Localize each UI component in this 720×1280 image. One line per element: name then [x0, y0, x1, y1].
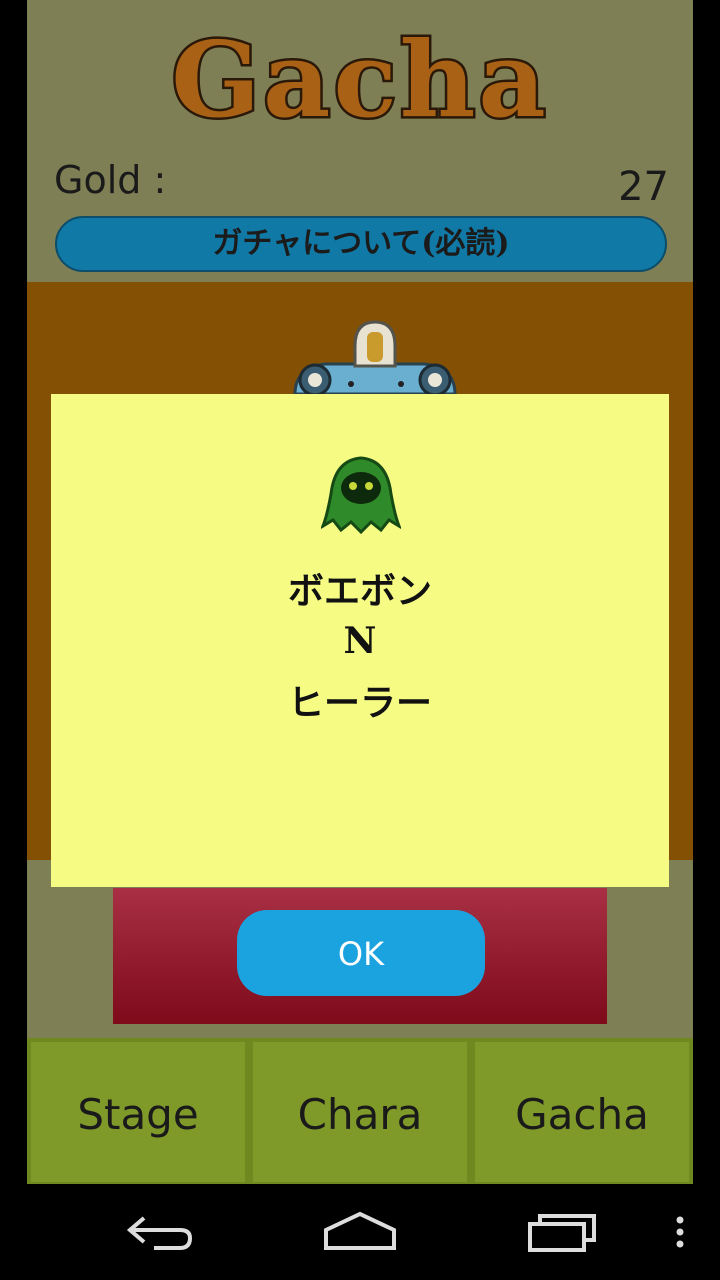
home-icon[interactable]: [322, 1208, 398, 1256]
gacha-result-dialog: ボエボン N ヒーラー: [51, 394, 669, 887]
mascot-icon: [293, 320, 457, 394]
gold-label: Gold :: [54, 158, 167, 202]
tab-chara[interactable]: Chara: [253, 1042, 467, 1182]
tab-stage[interactable]: Stage: [31, 1042, 245, 1182]
about-gacha-button[interactable]: ガチャについて(必読): [55, 216, 667, 272]
system-navigation-bar: [0, 1184, 720, 1280]
back-icon[interactable]: [124, 1208, 196, 1256]
character-rarity: N: [343, 620, 377, 662]
character-name: ボエボン: [287, 570, 432, 612]
ok-button[interactable]: OK: [237, 910, 485, 996]
bottom-tab-bar: Stage Chara Gacha: [27, 1038, 693, 1184]
tab-gacha[interactable]: Gacha: [475, 1042, 689, 1182]
green-hooded-slime-icon: [321, 456, 401, 534]
gold-value: 27: [618, 164, 669, 210]
menu-icon[interactable]: [670, 1208, 690, 1256]
character-role: ヒーラー: [287, 682, 432, 724]
recents-icon[interactable]: [526, 1208, 600, 1256]
page-title: Gacha: [169, 17, 549, 142]
